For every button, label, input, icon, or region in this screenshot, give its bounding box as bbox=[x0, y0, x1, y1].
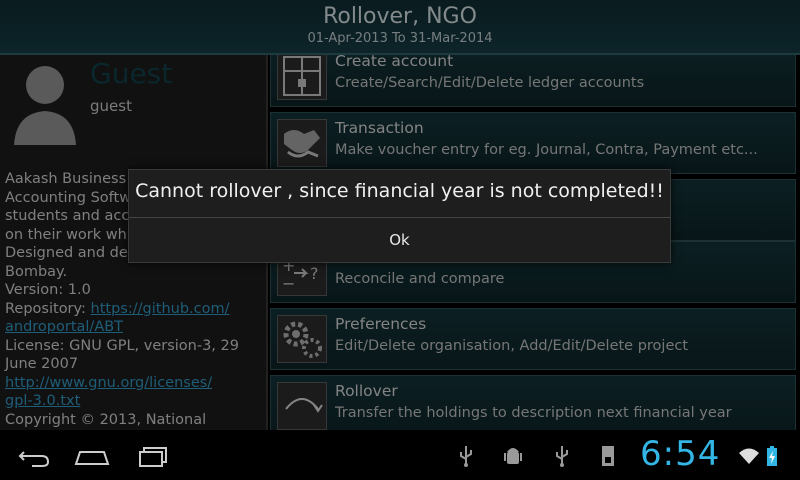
alert-dialog: Cannot rollover , since financial year i… bbox=[128, 169, 671, 263]
ok-button[interactable]: Ok bbox=[129, 218, 670, 262]
dialog-message: Cannot rollover , since financial year i… bbox=[135, 180, 664, 202]
system-bar: 6:54 bbox=[0, 432, 800, 480]
sd-card-icon bbox=[602, 446, 614, 466]
usb-icon bbox=[460, 446, 472, 467]
home-icon[interactable] bbox=[72, 442, 112, 470]
wifi-icon bbox=[739, 448, 759, 464]
clock: 6:54 bbox=[640, 434, 721, 474]
back-icon[interactable] bbox=[12, 442, 52, 470]
android-debug-icon bbox=[504, 448, 522, 464]
battery-charging-icon bbox=[767, 446, 777, 466]
usb-icon bbox=[556, 446, 568, 467]
recent-apps-icon[interactable] bbox=[132, 442, 172, 470]
